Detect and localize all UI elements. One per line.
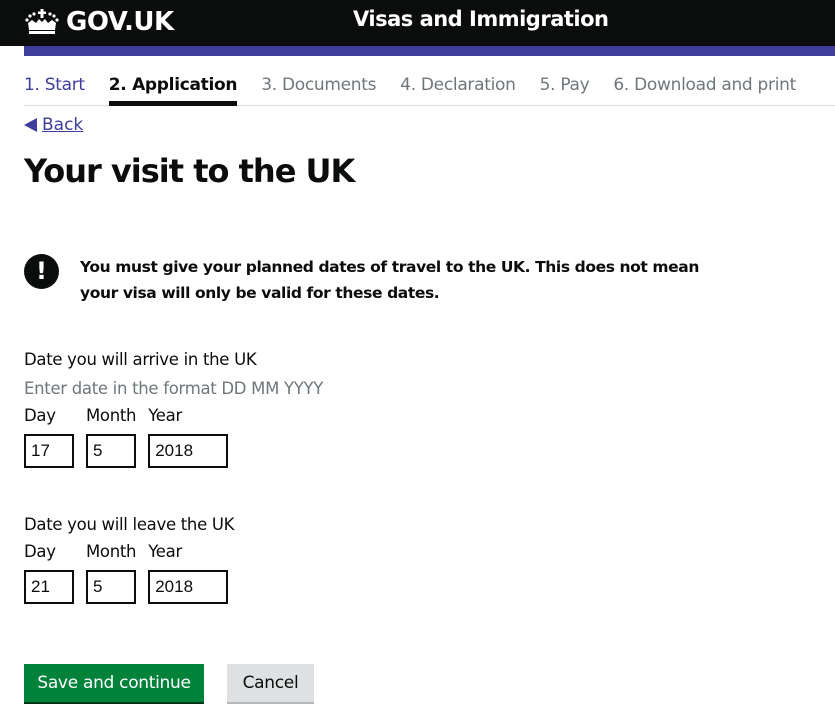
departure-month-label: Month: [86, 542, 137, 561]
arrival-date-fieldset: Date you will arrive in the UK Enter dat…: [24, 350, 323, 468]
site-header: GOV.UK Visas and Immigration: [0, 0, 835, 46]
arrival-date-inputs: Day Month Year: [24, 406, 323, 468]
departure-date-inputs: Day Month Year: [24, 542, 240, 604]
arrival-date-legend: Date you will arrive in the UK: [24, 350, 257, 369]
arrival-day-label: Day: [24, 406, 56, 425]
departure-day-group: Day: [24, 542, 74, 604]
arrival-year-label: Year: [148, 406, 182, 425]
departure-year-label: Year: [148, 542, 182, 561]
warning-text: You must give your planned dates of trav…: [80, 258, 699, 302]
arrival-year-input[interactable]: [148, 434, 229, 468]
step-declaration: 4. Declaration: [400, 75, 516, 95]
triangle-left-icon: [24, 118, 37, 132]
departure-year-group: Year: [148, 542, 229, 604]
step-documents: 3. Documents: [261, 75, 377, 95]
departure-year-input[interactable]: [148, 570, 229, 604]
page-title: Your visit to the UK: [24, 152, 355, 190]
cancel-button[interactable]: Cancel: [227, 664, 314, 702]
arrival-day-group: Day: [24, 406, 74, 468]
govuk-logo-link[interactable]: GOV.UK: [24, 6, 174, 38]
back-link[interactable]: Back: [24, 115, 83, 135]
step-application: 2. Application: [108, 72, 238, 106]
arrival-date-hint: Enter date in the format DD MM YYYY: [24, 379, 324, 398]
arrival-month-label: Month: [86, 406, 137, 425]
departure-date-fieldset: Date you will leave the UK Day Month Yea…: [24, 515, 240, 604]
exclamation-icon: !: [24, 254, 59, 289]
arrival-month-input[interactable]: [86, 434, 136, 468]
warning-notice: ! You must give your planned dates of tr…: [24, 254, 724, 306]
arrival-month-group: Month: [86, 406, 137, 468]
departure-month-group: Month: [86, 542, 137, 604]
progress-steps: 1. Start 2. Application 3. Documents 4. …: [24, 72, 835, 106]
departure-date-legend: Date you will leave the UK: [24, 515, 235, 534]
arrival-day-input[interactable]: [24, 434, 74, 468]
back-link-label: Back: [42, 115, 84, 135]
service-name[interactable]: Visas and Immigration: [353, 7, 609, 31]
departure-month-input[interactable]: [86, 570, 136, 604]
crown-icon: [25, 9, 59, 34]
step-download-and-print: 6. Download and print: [613, 75, 796, 95]
arrival-year-group: Year: [148, 406, 229, 468]
header-accent-bar: [24, 46, 835, 56]
logo-text: GOV.UK: [66, 7, 174, 37]
step-start[interactable]: 1. Start: [24, 72, 85, 106]
step-pay: 5. Pay: [539, 75, 590, 95]
save-and-continue-button[interactable]: Save and continue: [24, 664, 204, 702]
departure-day-input[interactable]: [24, 570, 74, 604]
departure-day-label: Day: [24, 542, 56, 561]
